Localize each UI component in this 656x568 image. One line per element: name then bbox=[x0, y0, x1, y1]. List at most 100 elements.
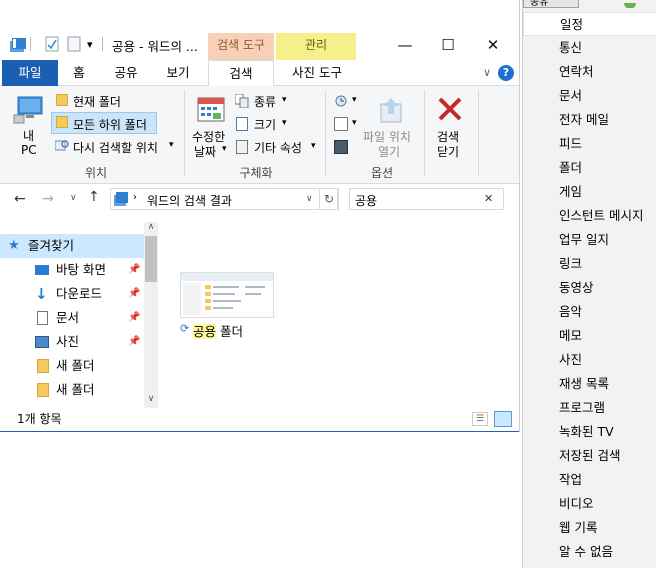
menu-item[interactable]: 알 수 없음 bbox=[523, 540, 656, 564]
ribbon-collapse-icon[interactable]: ∨ bbox=[478, 60, 496, 86]
tab-home[interactable]: 홈 bbox=[64, 60, 94, 86]
date-modified-dropdown-icon[interactable]: ▾ bbox=[222, 144, 227, 154]
refresh-icon[interactable]: ↻ bbox=[319, 188, 339, 210]
this-pc-label-1[interactable]: 내 bbox=[23, 127, 34, 144]
recent-searches-dropdown-icon[interactable]: ▾ bbox=[352, 95, 357, 105]
large-icons-view-icon[interactable] bbox=[494, 411, 512, 427]
nav-item-downloads[interactable]: ↓ 다운로드 📌 bbox=[0, 282, 144, 306]
recent-searches-icon[interactable] bbox=[334, 94, 350, 108]
this-pc-label-2[interactable]: PC bbox=[21, 143, 37, 157]
maximize-button[interactable]: ☐ bbox=[425, 34, 471, 56]
result-item-rest: 폴더 bbox=[216, 324, 243, 339]
current-folder-button[interactable]: 현재 폴더 bbox=[73, 93, 121, 110]
tab-share[interactable]: 공유 bbox=[106, 60, 146, 86]
nav-item-label: 바탕 화면 bbox=[56, 262, 106, 277]
partial-icon bbox=[621, 0, 643, 8]
status-bar: 1개 항목 ☰ bbox=[0, 408, 519, 432]
menu-item[interactable]: 웹 기록 bbox=[523, 516, 656, 540]
address-dropdown-icon[interactable]: ∨ bbox=[306, 194, 313, 204]
menu-item[interactable]: 문서 bbox=[523, 84, 656, 108]
breadcrumb[interactable]: 워드의 검색 결과 bbox=[147, 192, 232, 209]
recent-locations-icon[interactable]: ∨ bbox=[70, 193, 77, 203]
tab-picture-tools[interactable]: 사진 도구 bbox=[282, 60, 352, 86]
size-button[interactable]: 크기 bbox=[254, 116, 276, 133]
subfolders-icon bbox=[56, 116, 68, 128]
kind-button[interactable]: 종류 bbox=[254, 93, 276, 110]
share-button-partial[interactable]: 공유 bbox=[523, 0, 579, 8]
save-search-icon[interactable] bbox=[334, 140, 348, 154]
result-item-label[interactable]: 공용 폴더 bbox=[193, 321, 243, 340]
pin-icon[interactable]: 📌 bbox=[128, 258, 140, 282]
other-properties-button[interactable]: 기타 속성 bbox=[254, 139, 302, 156]
menu-item[interactable]: 재생 목록 bbox=[523, 372, 656, 396]
menu-item[interactable]: 업무 일지 bbox=[523, 228, 656, 252]
menu-item[interactable]: 저장된 검색 bbox=[523, 444, 656, 468]
new-folder-quick-icon[interactable] bbox=[67, 36, 81, 52]
back-button[interactable]: ← bbox=[14, 191, 26, 207]
menu-item[interactable]: 비디오 bbox=[523, 492, 656, 516]
window-title: 공용 - 워드의 ... bbox=[112, 39, 198, 54]
folder-icon bbox=[56, 94, 68, 106]
search-clear-icon[interactable]: ✕ bbox=[484, 192, 493, 205]
pin-icon[interactable]: 📌 bbox=[128, 330, 140, 354]
minimize-button[interactable]: — bbox=[382, 34, 428, 56]
scroll-thumb[interactable] bbox=[145, 236, 157, 282]
menu-item[interactable]: 인스턴트 메시지 bbox=[523, 204, 656, 228]
context-tab-manage: 관리 bbox=[276, 33, 356, 60]
nav-item-pictures[interactable]: 사진 📌 bbox=[0, 330, 144, 354]
advanced-options-dropdown-icon[interactable]: ▾ bbox=[352, 118, 357, 128]
folder-thumbnail[interactable] bbox=[180, 272, 274, 318]
kind-dropdown-menu: 공유 일정 통신 연락처 문서 전자 메일 피드 폴더 게임 인스턴트 메시지 업무 일지 링크 동영… bbox=[522, 0, 656, 568]
tab-view[interactable]: 보기 bbox=[158, 60, 198, 86]
details-view-icon[interactable]: ☰ bbox=[472, 412, 488, 426]
scroll-up-icon[interactable]: ∧ bbox=[144, 222, 158, 234]
menu-item[interactable]: 동영상 bbox=[523, 276, 656, 300]
menu-item[interactable]: 녹화된 TV bbox=[523, 420, 656, 444]
search-input[interactable]: 공용 bbox=[355, 192, 377, 209]
nav-item-new-folder-2[interactable]: 새 폴더 bbox=[0, 378, 144, 402]
tab-search[interactable]: 검색 bbox=[208, 60, 274, 87]
other-properties-dropdown-icon[interactable]: ▾ bbox=[311, 141, 316, 151]
menu-item[interactable]: 전자 메일 bbox=[523, 108, 656, 132]
scroll-down-icon[interactable]: ∨ bbox=[144, 394, 158, 406]
help-icon[interactable]: ? bbox=[498, 65, 514, 81]
advanced-options-icon[interactable] bbox=[334, 117, 348, 131]
menu-item[interactable]: 음악 bbox=[523, 300, 656, 324]
menu-item[interactable]: 링크 bbox=[523, 252, 656, 276]
date-modified-label-2[interactable]: 날짜 bbox=[194, 143, 216, 160]
nav-item-desktop[interactable]: 바탕 화면 📌 bbox=[0, 258, 144, 282]
close-button[interactable]: ✕ bbox=[470, 34, 516, 56]
search-again-dropdown-icon[interactable]: ▾ bbox=[169, 140, 174, 150]
menu-item[interactable]: 게임 bbox=[523, 180, 656, 204]
menu-item[interactable]: 통신 bbox=[523, 36, 656, 60]
menu-item[interactable]: 폴더 bbox=[523, 156, 656, 180]
pin-icon[interactable]: 📌 bbox=[128, 282, 140, 306]
close-search-icon bbox=[437, 96, 463, 122]
menu-item[interactable]: 피드 bbox=[523, 132, 656, 156]
menu-item[interactable]: 프로그램 bbox=[523, 396, 656, 420]
nav-scrollbar[interactable]: ∧ ∨ bbox=[144, 222, 158, 408]
forward-button[interactable]: → bbox=[42, 191, 54, 207]
menu-item[interactable]: 메모 bbox=[523, 324, 656, 348]
tab-file[interactable]: 파일 bbox=[2, 60, 58, 86]
open-location-icon bbox=[378, 96, 404, 124]
navigation-pane: ★ 즐겨찾기 바탕 화면 📌 ↓ 다운로드 📌 문서 📌 사진 📌 새 폴더 새… bbox=[0, 232, 160, 408]
nav-item-documents[interactable]: 문서 📌 bbox=[0, 306, 144, 330]
nav-item-new-folder-1[interactable]: 새 폴더 bbox=[0, 354, 144, 378]
properties-icon[interactable] bbox=[44, 36, 60, 52]
close-search-label-2[interactable]: 닫기 bbox=[437, 143, 459, 160]
menu-item[interactable]: 일정 bbox=[523, 12, 656, 36]
search-again-button[interactable]: 다시 검색할 위치 bbox=[73, 139, 158, 156]
pin-icon[interactable]: 📌 bbox=[128, 306, 140, 330]
nav-quick-access[interactable]: ★ 즐겨찾기 bbox=[0, 234, 144, 258]
menu-item[interactable]: 사진 bbox=[523, 348, 656, 372]
kind-dropdown-icon[interactable]: ▾ bbox=[282, 95, 287, 105]
pictures-icon bbox=[35, 336, 49, 348]
menu-item[interactable]: 작업 bbox=[523, 468, 656, 492]
up-button[interactable]: ↑ bbox=[88, 189, 100, 205]
qat-customize-icon[interactable]: ▾ bbox=[87, 38, 93, 51]
size-dropdown-icon[interactable]: ▾ bbox=[282, 118, 287, 128]
menu-item[interactable]: 연락처 bbox=[523, 60, 656, 84]
desktop-icon bbox=[35, 265, 49, 275]
download-icon: ↓ bbox=[35, 285, 48, 303]
